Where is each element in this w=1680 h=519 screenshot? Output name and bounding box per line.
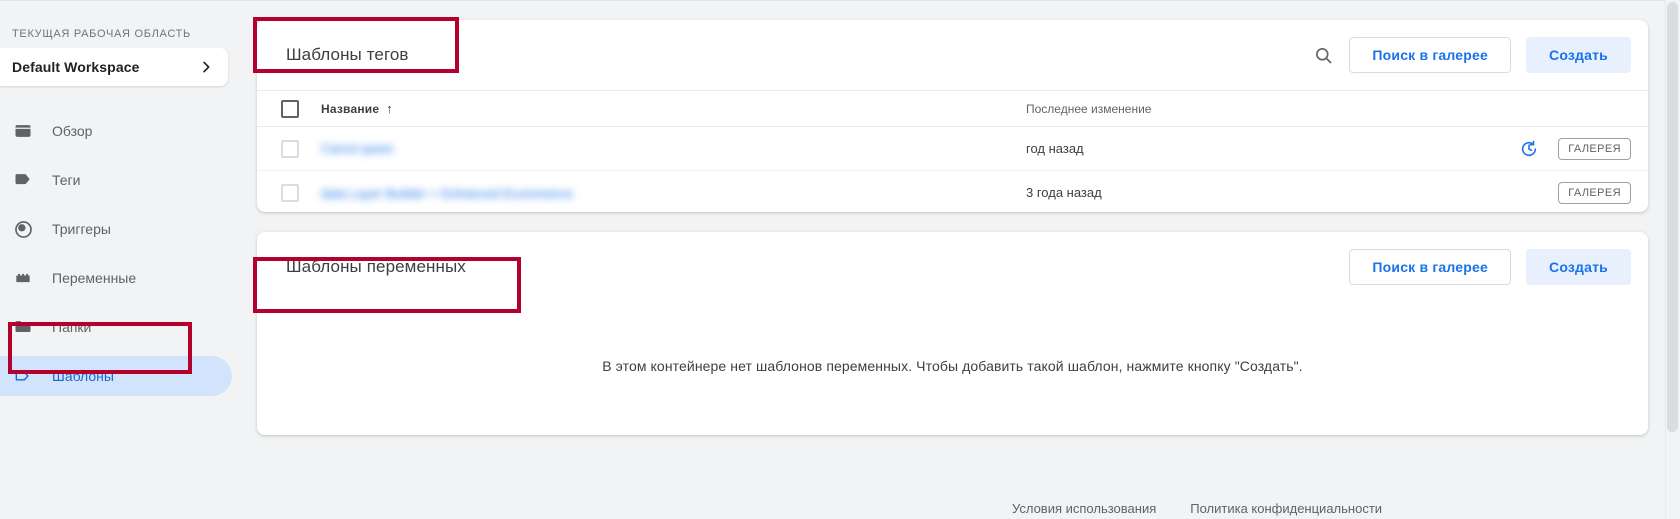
- tag-gallery-search-button[interactable]: Поиск в галерее: [1349, 37, 1512, 73]
- tag-templates-card: Шаблоны тегов Поиск в галерее Создать На…: [257, 20, 1648, 212]
- tag-templates-title: Шаблоны тегов: [286, 45, 409, 64]
- tag-icon: [12, 169, 34, 191]
- terms-of-service-link[interactable]: Условия использования: [1012, 501, 1156, 516]
- column-header-last-modified-label: Последнее изменение: [1026, 101, 1152, 116]
- row-name-cell[interactable]: data Layer Builder + Enhanced Ecommerce: [321, 186, 1026, 201]
- workspace-section-label: ТЕКУЩАЯ РАБОЧАЯ ОБЛАСТЬ: [12, 28, 191, 40]
- folder-icon: [12, 316, 34, 338]
- sidebar-item-label: Триггеры: [52, 221, 111, 237]
- sidebar-item-overview[interactable]: Обзор: [0, 111, 232, 151]
- row-end-cell: ГАЛЕРЕЯ: [1558, 182, 1631, 204]
- trigger-icon: [12, 218, 34, 240]
- variable-templates-header: Шаблоны переменных Поиск в галерее Созда…: [257, 232, 1648, 302]
- update-available-icon[interactable]: [1519, 139, 1539, 159]
- sidebar-item-variables[interactable]: Переменные: [0, 258, 232, 298]
- tag-templates-table-header: Название ↑ Последнее изменение: [257, 90, 1648, 127]
- last-modified-value: год назад: [1026, 140, 1084, 156]
- variable-templates-title: Шаблоны переменных: [286, 257, 466, 276]
- chevron-right-icon: [198, 59, 214, 75]
- variable-templates-empty-message: В этом контейнере нет шаблонов переменны…: [602, 358, 1303, 374]
- variable-templates-card: Шаблоны переменных Поиск в галерее Созда…: [257, 232, 1648, 435]
- footer: Условия использования Политика конфиденц…: [476, 501, 1680, 516]
- gallery-badge: ГАЛЕРЕЯ: [1558, 182, 1631, 204]
- sidebar-item-label: Папки: [52, 319, 92, 335]
- variable-create-button[interactable]: Создать: [1526, 249, 1631, 285]
- template-name-redacted: data Layer Builder + Enhanced Ecommerce: [321, 185, 573, 201]
- tag-templates-header: Шаблоны тегов Поиск в галерее Создать: [257, 20, 1648, 90]
- sidebar-item-label: Шаблоны: [52, 368, 114, 384]
- template-name-redacted: Carrot quest: [321, 141, 393, 156]
- table-row[interactable]: data Layer Builder + Enhanced Ecommerce …: [257, 171, 1648, 215]
- table-row[interactable]: Carrot quest год назад ГАЛЕРЕЯ: [257, 127, 1648, 171]
- sidebar-item-label: Обзор: [52, 123, 93, 139]
- variable-gallery-search-button[interactable]: Поиск в галерее: [1349, 249, 1512, 285]
- row-last-modified-cell: год назад: [1026, 140, 1496, 158]
- workspace-name: Default Workspace: [12, 59, 140, 75]
- sidebar-item-folders[interactable]: Папки: [0, 307, 232, 347]
- overview-icon: [12, 120, 34, 142]
- variable-templates-actions: Поиск в галерее Создать: [1349, 249, 1631, 285]
- gtm-templates-page: ТЕКУЩАЯ РАБОЧАЯ ОБЛАСТЬ Default Workspac…: [0, 0, 1680, 519]
- page-scrollbar-thumb[interactable]: [1667, 2, 1678, 432]
- variables-icon: [12, 267, 34, 289]
- select-all-checkbox[interactable]: [281, 99, 299, 118]
- sidebar-item-triggers[interactable]: Триггеры: [0, 209, 232, 249]
- tag-create-button[interactable]: Создать: [1526, 37, 1631, 73]
- last-modified-value: 3 года назад: [1026, 185, 1102, 200]
- sidebar-item-label: Теги: [52, 172, 81, 188]
- tag-templates-actions: Поиск в галерее Создать: [1313, 37, 1631, 73]
- column-header-name[interactable]: Название ↑: [321, 102, 1026, 116]
- page-scrollbar[interactable]: [1665, 0, 1680, 519]
- workspace-selector[interactable]: Default Workspace: [0, 48, 228, 86]
- row-last-modified-cell: 3 года назад: [1026, 184, 1496, 202]
- row-checkbox[interactable]: [281, 184, 299, 202]
- template-icon: [12, 365, 34, 387]
- column-header-last-modified[interactable]: Последнее изменение: [1026, 100, 1496, 118]
- row-checkbox[interactable]: [281, 139, 299, 158]
- row-name-cell[interactable]: Carrot quest: [321, 141, 1026, 156]
- privacy-policy-link[interactable]: Политика конфиденциальности: [1190, 501, 1382, 516]
- sidebar-nav: Обзор Теги Триггеры Переменные Папки Шаб…: [0, 111, 238, 405]
- column-header-name-label: Название: [321, 101, 380, 116]
- gallery-badge: ГАЛЕРЕЯ: [1558, 137, 1631, 160]
- sidebar-item-tags[interactable]: Теги: [0, 160, 232, 200]
- row-end-cell: ГАЛЕРЕЯ: [1519, 137, 1631, 160]
- sidebar: ТЕКУЩАЯ РАБОЧАЯ ОБЛАСТЬ Default Workspac…: [0, 1, 238, 519]
- sidebar-item-templates[interactable]: Шаблоны: [0, 356, 232, 396]
- sidebar-item-label: Переменные: [52, 270, 137, 286]
- main-content: Шаблоны тегов Поиск в галерее Создать На…: [238, 1, 1680, 519]
- sort-ascending-icon: ↑: [386, 101, 393, 116]
- search-icon[interactable]: [1313, 45, 1334, 66]
